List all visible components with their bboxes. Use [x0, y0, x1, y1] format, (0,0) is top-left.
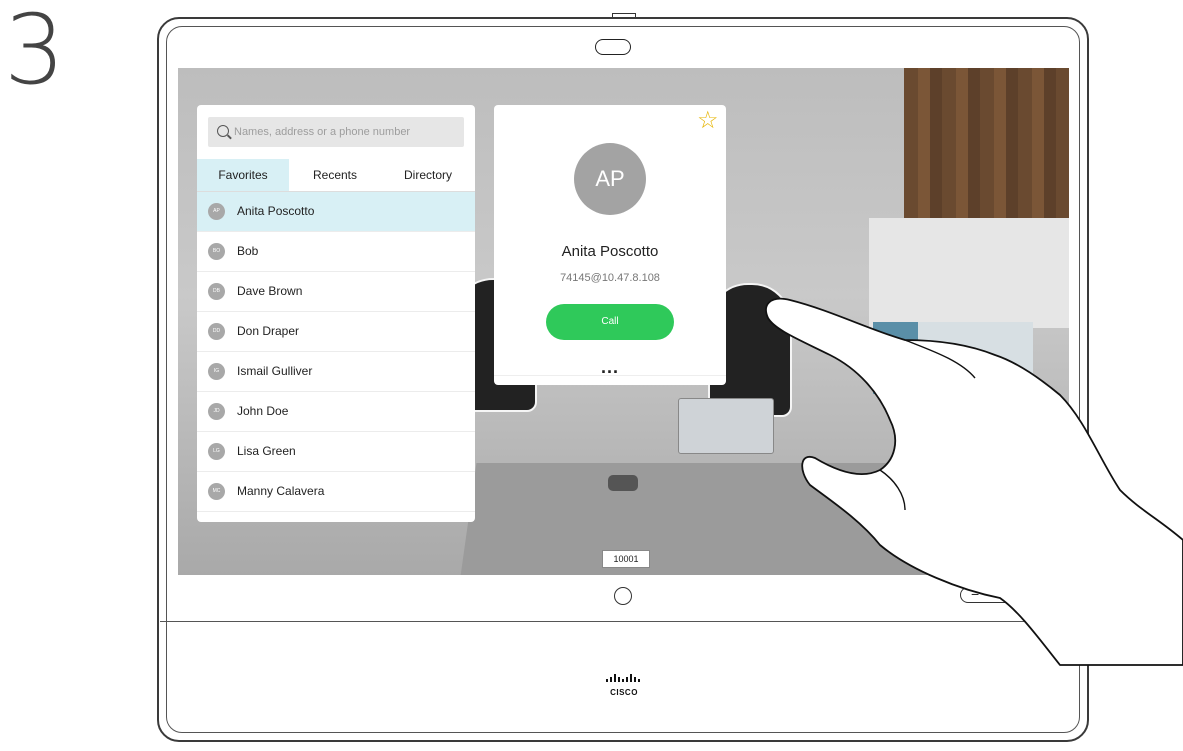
pointing-hand-icon: [765, 297, 1183, 666]
